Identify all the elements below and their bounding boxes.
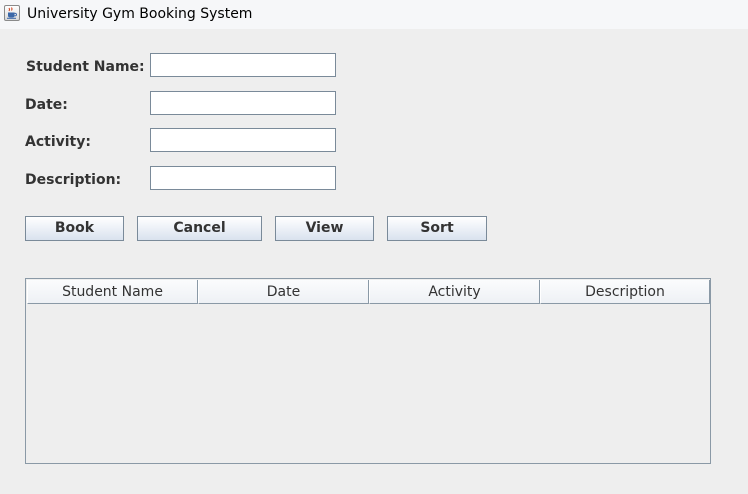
table-body[interactable] [27, 304, 710, 463]
view-button[interactable]: View [275, 216, 374, 241]
description-label: Description: [25, 172, 122, 188]
title-bar: University Gym Booking System [0, 0, 748, 29]
window-title: University Gym Booking System [27, 6, 253, 22]
date-field[interactable] [150, 91, 336, 115]
date-label: Date: [25, 97, 68, 113]
sort-button[interactable]: Sort [387, 216, 487, 241]
column-header-activity[interactable]: Activity [369, 280, 540, 304]
book-button[interactable]: Book [25, 216, 124, 241]
cancel-button[interactable]: Cancel [137, 216, 262, 241]
column-header-student-name[interactable]: Student Name [27, 280, 198, 304]
student-name-field[interactable] [150, 53, 336, 77]
column-header-date[interactable]: Date [198, 280, 369, 304]
student-name-label: Student Name: [26, 59, 145, 75]
activity-field[interactable] [150, 128, 336, 152]
description-field[interactable] [150, 166, 336, 190]
table-header: Student Name Date Activity Description [27, 280, 710, 304]
java-cup-icon [4, 5, 20, 21]
column-header-description[interactable]: Description [540, 280, 710, 304]
bookings-table: Student Name Date Activity Description [25, 278, 711, 464]
activity-label: Activity: [25, 134, 91, 150]
